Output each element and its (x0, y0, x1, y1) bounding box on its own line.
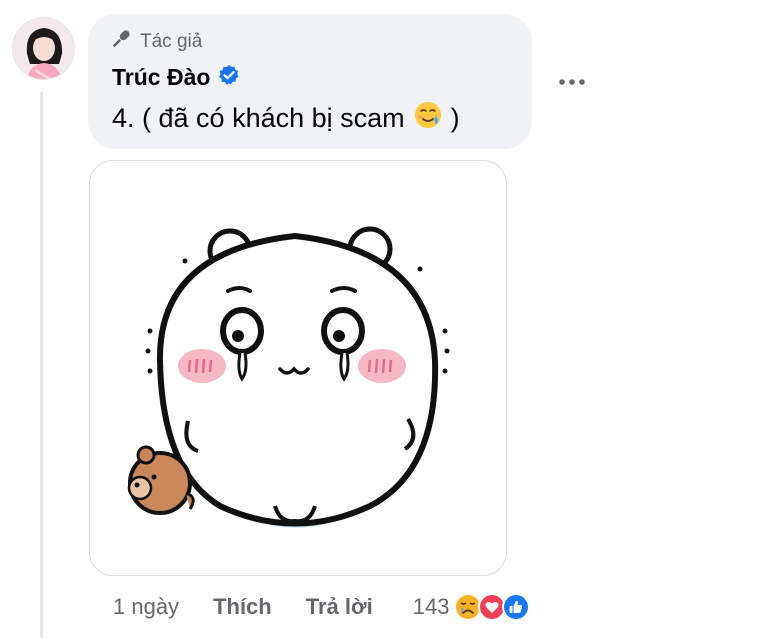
author-name[interactable]: Trúc Đào (112, 64, 210, 91)
reply-button[interactable]: Trả lời (306, 594, 373, 620)
like-button[interactable]: Thích (213, 594, 272, 620)
reaction-count[interactable]: 143 (413, 594, 450, 620)
avatar-image (13, 18, 74, 79)
microphone-icon (110, 28, 132, 56)
more-dots-icon (559, 79, 585, 85)
crying-smile-emoji-icon (413, 100, 443, 137)
comment-bubble: Tác giả Trúc Đào 4. ( đã có khách bị sca… (88, 14, 532, 149)
like-reaction-icon (501, 592, 531, 622)
author-badge: Tác giả (110, 30, 202, 54)
comment-text-close: ) (450, 103, 460, 133)
author-avatar[interactable] (12, 17, 75, 80)
sticker-attachment[interactable] (89, 160, 507, 576)
comment-text: 4. ( đã có khách bị scam ) (112, 100, 460, 137)
reactions-summary[interactable] (453, 592, 531, 622)
comment-actions: 1 ngày Thích Trả lời 143 (113, 592, 531, 622)
crying-bear-sticker-image (127, 226, 450, 528)
comment-timestamp[interactable]: 1 ngày (113, 594, 179, 620)
verified-badge-icon (218, 64, 240, 91)
author-badge-label: Tác giả (140, 31, 203, 52)
more-options-button[interactable] (556, 70, 588, 94)
author-name-row: Trúc Đào (112, 64, 240, 91)
comment-text-body: 4. ( đã có khách bị scam (112, 103, 405, 133)
thread-line (40, 92, 43, 638)
